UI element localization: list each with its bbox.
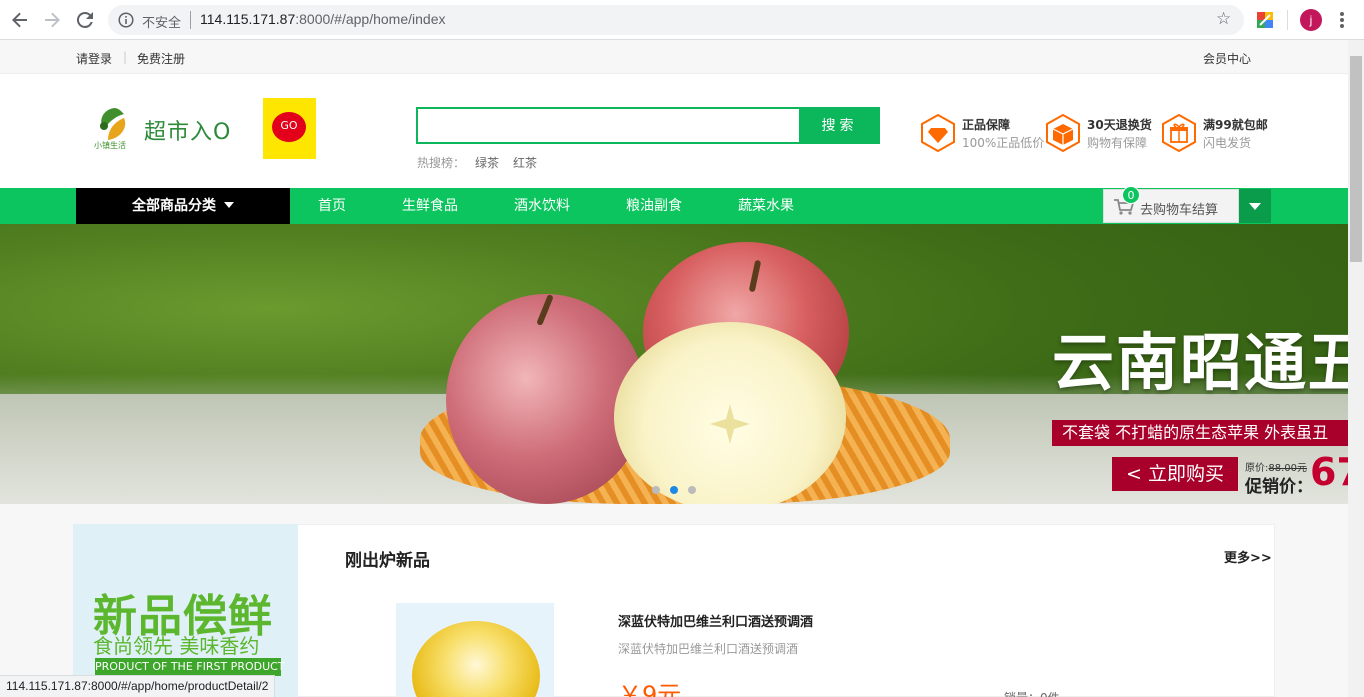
bookmark-star-icon[interactable]: ☆ xyxy=(1216,9,1231,29)
page-scrollbar[interactable] xyxy=(1348,40,1364,697)
browser-toolbar: 不安全 114.115.171.87:8000/#/app/home/index… xyxy=(0,0,1364,40)
buy-now-button[interactable]: < 立即购买 xyxy=(1112,457,1238,491)
banner-promo-label: 促销价： xyxy=(1245,477,1313,497)
new-products-panel: 刚出炉新品 更多>> 深蓝伏特加巴维兰利口酒送预调酒 深蓝伏特加巴维兰利口酒送预… xyxy=(298,524,1275,697)
hot-term-black-tea[interactable]: 红茶 xyxy=(513,156,537,170)
main-nav: 全部商品分类 首页 生鲜食品 酒水饮料 粮油副食 蔬菜水果 0 去购物车结算 xyxy=(0,186,1348,224)
url-path: :8000/#/app/home/index xyxy=(295,11,446,27)
info-icon[interactable] xyxy=(118,12,134,31)
site-logo[interactable]: 小镇生活 超市入O GO xyxy=(90,98,316,160)
carousel-dot-active[interactable] xyxy=(670,486,678,494)
logo-subtext: 小镇生活 xyxy=(94,141,126,150)
logo-go-circle: GO xyxy=(272,112,306,142)
reload-icon[interactable] xyxy=(73,8,97,32)
search-input[interactable] xyxy=(418,109,799,142)
cart-label: 去购物车结算 xyxy=(1140,203,1219,218)
nav-item-veg-fruit[interactable]: 蔬菜水果 xyxy=(738,188,794,224)
product-price: ￥9元 xyxy=(618,681,682,697)
back-icon[interactable] xyxy=(8,8,32,32)
new-arrivals-promo-image[interactable]: 新品偿鲜 食尚领先 美味香约 PRODUCT OF THE FIRST PROD… xyxy=(73,524,298,697)
forward-icon[interactable] xyxy=(40,8,64,32)
promise-returns-subtitle: 购物有保障 xyxy=(1087,136,1148,150)
product-sales: 销量：0件 xyxy=(1004,689,1060,697)
hot-search: 热搜榜： 绿茶 红茶 xyxy=(417,154,537,171)
box-icon xyxy=(1046,114,1080,152)
caret-down-icon xyxy=(224,202,234,208)
all-categories-label: 全部商品分类 xyxy=(132,198,216,214)
nav-item-fresh[interactable]: 生鲜食品 xyxy=(402,188,458,224)
login-link[interactable]: 请登录 xyxy=(76,50,112,67)
logo-go-badge: GO xyxy=(263,98,316,159)
banner-tagline: 不套袋 不打蜡的原生态苹果 外表虽丑 xyxy=(1052,420,1348,446)
product-fruit-graphic xyxy=(412,621,540,697)
url-text[interactable]: 114.115.171.87:8000/#/app/home/index xyxy=(200,11,445,27)
scrollbar-thumb[interactable] xyxy=(1350,56,1362,262)
status-url-bubble: 114.115.171.87:8000/#/app/home/productDe… xyxy=(0,675,276,697)
cart-count-badge: 0 xyxy=(1122,186,1140,204)
toolbar-divider xyxy=(1287,10,1288,30)
profile-avatar[interactable]: j xyxy=(1300,9,1322,31)
more-link[interactable]: 更多>> xyxy=(1224,547,1272,566)
address-bar[interactable]: 不安全 114.115.171.87:8000/#/app/home/index xyxy=(108,5,1244,35)
site-topbar: 请登录 | 免费注册 会员中心 xyxy=(0,40,1348,74)
search-button[interactable]: 搜索 xyxy=(799,107,880,144)
carousel-dot[interactable] xyxy=(688,486,696,494)
address-separator xyxy=(190,11,191,29)
cart-button[interactable]: 0 去购物车结算 xyxy=(1103,186,1239,223)
product-name[interactable]: 深蓝伏特加巴维兰利口酒送预调酒 xyxy=(618,611,813,630)
nav-item-home[interactable]: 首页 xyxy=(318,188,346,224)
chevron-down-icon xyxy=(1249,203,1261,210)
all-categories-button[interactable]: 全部商品分类 xyxy=(76,188,290,224)
register-link[interactable]: 免费注册 xyxy=(137,50,185,67)
gift-icon xyxy=(1162,114,1196,152)
diamond-icon xyxy=(921,114,955,152)
promo-english-tag: PRODUCT OF THE FIRST PRODUCT xyxy=(95,658,285,676)
promise-genuine-title: 正品保障 xyxy=(962,118,1011,132)
nav-item-grain-oil[interactable]: 粮油副食 xyxy=(626,188,682,224)
cart-dropdown-button[interactable] xyxy=(1239,189,1271,223)
hero-banner[interactable]: 云南昭通丑 不套袋 不打蜡的原生态苹果 外表虽丑 < 立即购买 原价:88.00… xyxy=(0,224,1348,504)
member-center-link[interactable]: 会员中心 xyxy=(1203,50,1251,67)
apple-core-icon xyxy=(710,404,750,444)
promise-returns-title: 30天退换货 xyxy=(1087,118,1152,132)
product-image[interactable] xyxy=(396,603,554,697)
extension-icon[interactable] xyxy=(1257,12,1273,28)
new-products-title: 刚出炉新品 xyxy=(345,551,430,571)
hot-term-green-tea[interactable]: 绿茶 xyxy=(475,156,499,170)
product-desc: 深蓝伏特加巴维兰利口酒送预调酒 xyxy=(618,642,799,656)
search-form: 搜索 xyxy=(416,107,880,144)
topbar-separator: | xyxy=(123,50,128,64)
promise-shipping-subtitle: 闪电发货 xyxy=(1203,136,1252,150)
nav-item-drinks[interactable]: 酒水饮料 xyxy=(514,188,570,224)
promise-shipping-title: 满99就包邮 xyxy=(1203,118,1268,132)
logo-text: 超市入O xyxy=(144,120,232,145)
promo-subline: 食尚领先 美味香约 xyxy=(93,634,260,658)
insecure-label: 不安全 xyxy=(142,16,182,31)
web-page: 请登录 | 免费注册 会员中心 小镇生活 超市入O GO 搜索 热搜榜： 绿茶 红茶… xyxy=(0,40,1348,697)
promise-genuine-subtitle: 100%正品低价 xyxy=(962,136,1045,150)
url-host: 114.115.171.87 xyxy=(200,11,296,27)
banner-title: 云南昭通丑 xyxy=(1052,326,1348,399)
kebab-menu-icon[interactable] xyxy=(1335,9,1349,31)
banner-promo-price: 67 xyxy=(1310,450,1348,494)
hot-search-label: 热搜榜： xyxy=(417,156,466,170)
carousel-dot[interactable] xyxy=(652,486,660,494)
